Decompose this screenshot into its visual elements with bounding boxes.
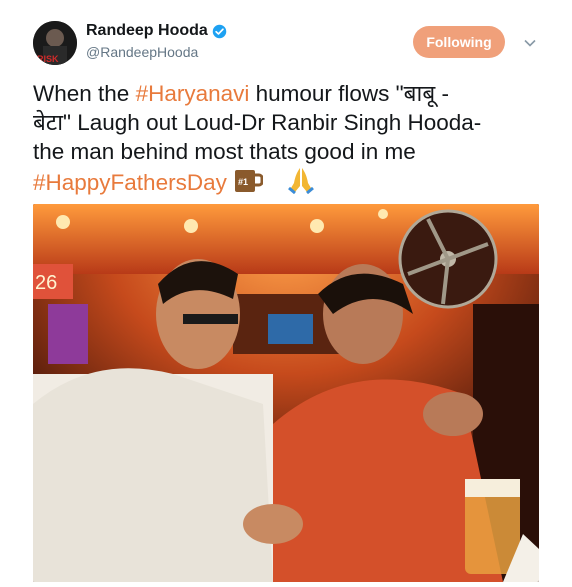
mug-label: #1 [238,177,248,187]
tweet-text: When the #Haryanavi humour flows "बाबू -… [33,79,543,197]
user-name-text[interactable]: Randeep Hooda [86,22,208,40]
number-one-mug-emoji: #1 [235,170,264,192]
user-name[interactable]: Randeep Hooda [86,22,227,40]
avatar-logo-text: RISK [37,54,59,64]
following-button[interactable]: Following [413,26,505,58]
folded-hands-emoji [287,168,314,194]
avatar[interactable]: RISK [33,21,77,65]
hashtag-happyfathersday[interactable]: #HappyFathersDay [33,170,227,195]
verified-badge-icon [212,24,227,38]
tweet-text-line: the man behind most thats good in me [33,139,416,164]
tweet-text-segment: When the [33,81,136,106]
hashtag-haryanavi[interactable]: #Haryanavi [136,81,250,106]
user-handle[interactable]: @RandeepHooda [86,44,198,60]
tweet-photo[interactable]: 26 [33,204,539,582]
tweet-text-segment: humour flows "बाबू - [249,81,449,106]
photo-sign-text: 26 [35,272,57,294]
chevron-down-icon [524,39,536,47]
tweet-options-caret[interactable] [524,34,536,52]
tweet-text-line: बेटा" Laugh out Loud-Dr Ranbir Singh Hoo… [33,110,482,135]
